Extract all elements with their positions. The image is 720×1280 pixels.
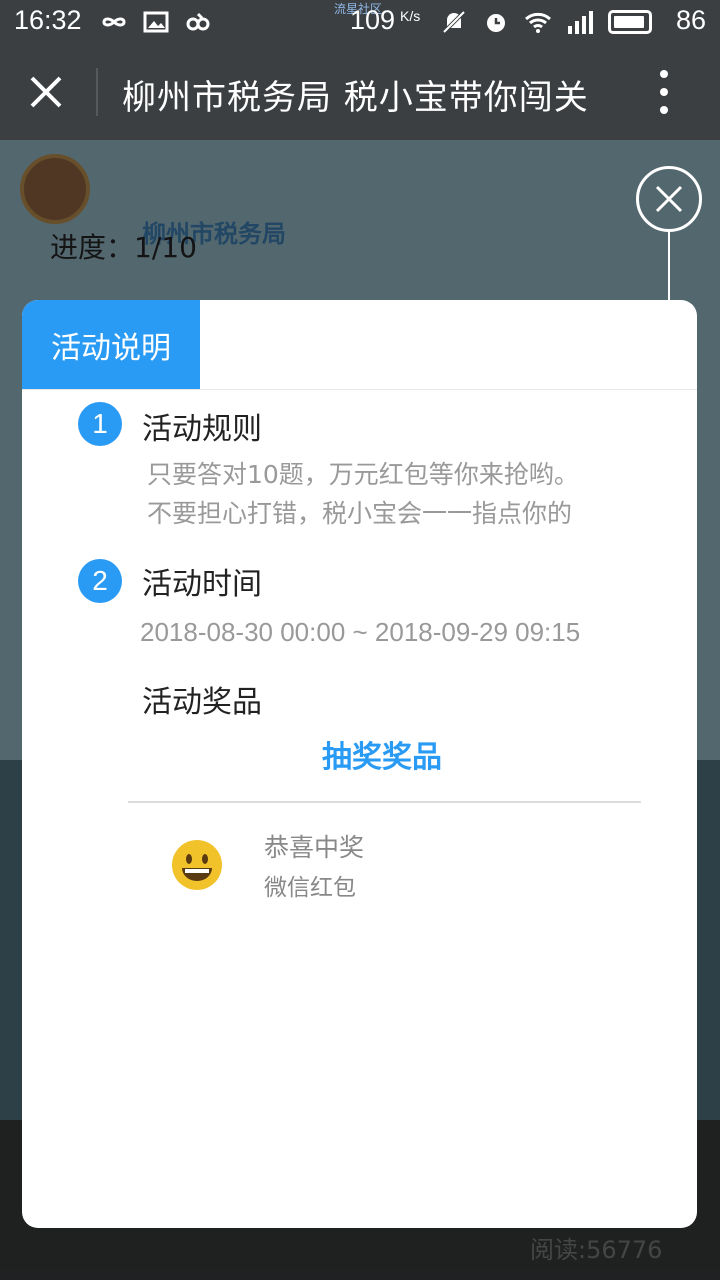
battery-icon (608, 10, 652, 34)
image-icon (143, 11, 169, 33)
rules-line-2: 不要担心打错，税小宝会一一指点你的 (147, 499, 573, 528)
close-icon (30, 76, 62, 108)
prize-item-subtitle: 微信红包 (264, 875, 356, 901)
more-menu-button[interactable] (650, 70, 678, 114)
battery-percent: 86 (676, 5, 707, 35)
time-title: 活动时间 (142, 567, 262, 602)
smiley-icon (172, 840, 222, 890)
more-dot-icon (660, 106, 668, 114)
rules-title: 活动规则 (142, 412, 262, 447)
step-number-1: 1 (78, 402, 122, 446)
close-button[interactable] (20, 66, 72, 118)
alarm-icon (487, 14, 505, 32)
title-divider (96, 68, 98, 116)
activity-modal: 活动说明 1 活动规则 只要答对10题，万元红包等你来抢哟。 不要担心打错，税小… (22, 300, 697, 1228)
wifi-icon (525, 12, 551, 33)
status-icons-right (440, 8, 652, 36)
modal-close-button[interactable] (636, 166, 702, 232)
step-number-2: 2 (78, 559, 122, 603)
signal-icon (568, 11, 593, 34)
tab-activity-description[interactable]: 活动说明 (22, 300, 200, 389)
lottery-prizes-link[interactable]: 抽奖奖品 (322, 732, 442, 776)
network-speed-unit: K/s (400, 8, 421, 24)
infinity-icon (102, 17, 126, 27)
time-range: 2018-08-30 00:00 ~ 2018-09-29 09:15 (140, 617, 581, 647)
network-speed: 109 (350, 5, 396, 35)
link-icon (186, 12, 210, 31)
modal-close-connector (668, 232, 670, 302)
status-bar: 16:32 流星社区 109 K/s 86 (0, 0, 720, 44)
prizes-title: 活动奖品 (142, 685, 262, 720)
page-title: 柳州市税务局 税小宝带你闯关 (122, 78, 589, 118)
status-time: 16:32 (14, 5, 82, 35)
rules-line-1: 只要答对10题，万元红包等你来抢哟。 (147, 460, 579, 489)
prize-separator (128, 801, 641, 803)
mute-notification-icon (442, 10, 466, 34)
tab-divider (22, 389, 697, 390)
more-dot-icon (660, 88, 668, 96)
close-icon (655, 185, 683, 213)
title-bar: 柳州市税务局 税小宝带你闯关 (0, 44, 720, 140)
more-dot-icon (660, 70, 668, 78)
status-icons-left (100, 8, 212, 36)
prize-item-title: 恭喜中奖 (264, 833, 365, 862)
